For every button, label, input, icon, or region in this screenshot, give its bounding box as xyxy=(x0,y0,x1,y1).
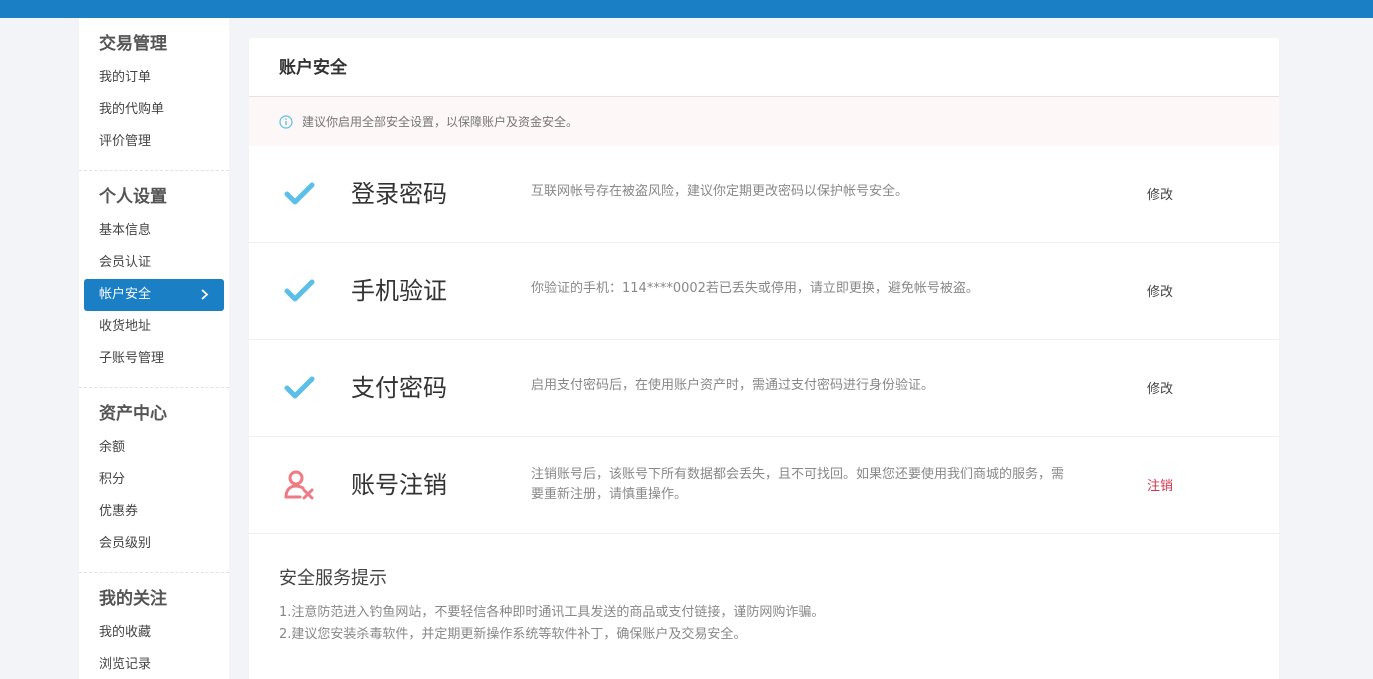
top-bar xyxy=(0,0,1373,18)
row-label: 账号注销 xyxy=(351,471,447,499)
sidebar-group-title: 我的关注 xyxy=(99,589,167,609)
modify-login-password-link[interactable]: 修改 xyxy=(1147,184,1173,203)
tips-line: 1.注意防范进入钓鱼网站，不要轻信各种即时通讯工具发送的商品或支付链接，谨防网购… xyxy=(279,605,825,620)
check-icon xyxy=(284,279,315,302)
sidebar-item-address[interactable]: 收货地址 xyxy=(79,311,229,343)
check-icon xyxy=(284,182,315,205)
security-notice: 建议你启用全部安全设置，以保障账户及资金安全。 xyxy=(249,97,1279,146)
page-title: 账户安全 xyxy=(249,38,1279,97)
security-row-account-cancel: 账号注销 注销账号后，该账号下所有数据都会丢失，且不可找回。如果您还要使用我们商… xyxy=(249,437,1279,534)
security-list: 登录密码 互联网帐号存在被盗风险，建议你定期更改密码以保护帐号安全。 修改 手机… xyxy=(249,146,1279,534)
sidebar-item-reviews[interactable]: 评价管理 xyxy=(79,126,229,158)
modify-pay-password-link[interactable]: 修改 xyxy=(1147,378,1173,397)
security-row-pay-password: 支付密码 启用支付密码后，在使用账户资产时，需通过支付密码进行身份验证。 修改 xyxy=(249,340,1279,437)
sidebar-group-title: 个人设置 xyxy=(99,187,167,207)
row-label: 手机验证 xyxy=(351,277,447,305)
sidebar-group-title: 交易管理 xyxy=(99,34,167,54)
main-panel: 账户安全 建议你启用全部安全设置，以保障账户及资金安全。 登录密码 互联网帐号存… xyxy=(249,38,1279,679)
security-tips: 安全服务提示 1.注意防范进入钓鱼网站，不要轻信各种即时通讯工具发送的商品或支付… xyxy=(249,534,1279,646)
sidebar-item-points[interactable]: 积分 xyxy=(79,464,229,496)
sidebar-item-label: 帐户安全 xyxy=(99,287,152,302)
tips-line: 2.建议您安装杀毒软件，并定期更新操作系统等软件补丁，确保账户及交易安全。 xyxy=(279,627,747,642)
sidebar: 交易管理 我的订单 我的代购单 评价管理 个人设置 基本信息 会员认证 帐户安全… xyxy=(79,18,229,679)
sidebar-item-subaccounts[interactable]: 子账号管理 xyxy=(79,343,229,375)
sidebar-item-proxy-orders[interactable]: 我的代购单 xyxy=(79,94,229,126)
sidebar-item-balance[interactable]: 余额 xyxy=(79,432,229,464)
modify-phone-link[interactable]: 修改 xyxy=(1147,281,1173,300)
check-icon xyxy=(284,376,315,399)
user-remove-icon xyxy=(284,470,314,500)
sidebar-group-title: 资产中心 xyxy=(99,404,167,424)
sidebar-item-coupons[interactable]: 优惠券 xyxy=(79,496,229,528)
sidebar-item-member-level[interactable]: 会员级别 xyxy=(79,528,229,560)
tips-title: 安全服务提示 xyxy=(279,568,387,589)
sidebar-item-favorites[interactable]: 我的收藏 xyxy=(79,617,229,649)
sidebar-item-orders[interactable]: 我的订单 xyxy=(79,62,229,94)
notice-text: 建议你启用全部安全设置，以保障账户及资金安全。 xyxy=(302,115,579,129)
sidebar-group-assets: 资产中心 余额 积分 优惠券 会员级别 xyxy=(79,402,229,573)
row-description: 注销账号后，该账号下所有数据都会丢失，且不可找回。如果您还要使用我们商城的服务，… xyxy=(531,467,1065,502)
sidebar-group-trade: 交易管理 我的订单 我的代购单 评价管理 xyxy=(79,32,229,171)
sidebar-item-basic-info[interactable]: 基本信息 xyxy=(79,215,229,247)
sidebar-item-account-security[interactable]: 帐户安全 xyxy=(84,279,224,311)
row-description: 你验证的手机：114****0002若已丢失或停用，请立即更换，避免帐号被盗。 xyxy=(531,281,979,296)
info-icon xyxy=(279,114,293,129)
security-row-login-password: 登录密码 互联网帐号存在被盗风险，建议你定期更改密码以保护帐号安全。 修改 xyxy=(249,146,1279,243)
row-description: 启用支付密码后，在使用账户资产时，需通过支付密码进行身份验证。 xyxy=(531,378,935,393)
row-label: 支付密码 xyxy=(351,374,447,402)
sidebar-item-history[interactable]: 浏览记录 xyxy=(79,649,229,679)
sidebar-item-member-auth[interactable]: 会员认证 xyxy=(79,247,229,279)
security-row-phone: 手机验证 你验证的手机：114****0002若已丢失或停用，请立即更换，避免帐… xyxy=(249,243,1279,340)
row-description: 互联网帐号存在被盗风险，建议你定期更改密码以保护帐号安全。 xyxy=(531,184,909,199)
chevron-right-icon xyxy=(201,289,209,300)
sidebar-group-personal: 个人设置 基本信息 会员认证 帐户安全 收货地址 子账号管理 xyxy=(79,185,229,388)
sidebar-group-follow: 我的关注 我的收藏 浏览记录 xyxy=(79,587,229,679)
cancel-account-link[interactable]: 注销 xyxy=(1147,475,1173,494)
row-label: 登录密码 xyxy=(351,180,447,208)
